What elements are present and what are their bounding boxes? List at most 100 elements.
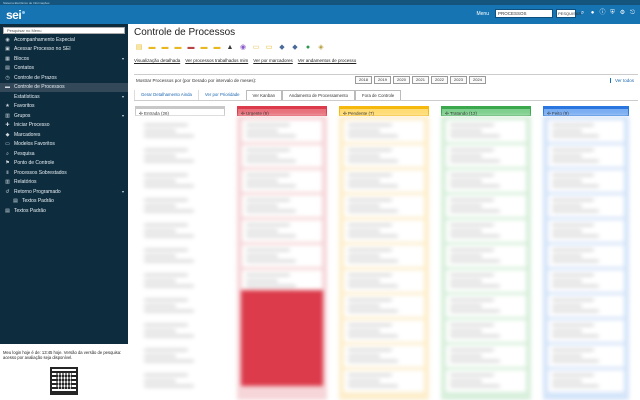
kanban-card[interactable]	[140, 220, 220, 242]
year-button-2023[interactable]: 2023	[450, 76, 467, 84]
folder-icon[interactable]: ▬	[146, 41, 158, 53]
view-link-0[interactable]: Visualização detalhada	[134, 58, 180, 63]
bird-icon[interactable]: ◆	[276, 41, 288, 53]
year-button-2024[interactable]: 2024	[469, 76, 486, 84]
folder-check-icon[interactable]: ▬	[211, 41, 223, 53]
sidebar-item-11[interactable]: ▭ Modelos Favoritos	[0, 140, 128, 150]
sidebar-item-10[interactable]: ◆ Marcadores	[0, 130, 128, 140]
kanban-card[interactable]	[242, 145, 322, 167]
kanban-card[interactable]	[242, 120, 322, 142]
kanban-card[interactable]	[446, 220, 526, 242]
kanban-card[interactable]	[344, 345, 424, 367]
kanban-card[interactable]	[344, 120, 424, 142]
kanban-card[interactable]	[242, 270, 322, 292]
tab-2[interactable]: Ver Kanban	[245, 90, 282, 100]
unit-select[interactable]: PROCESSOS	[495, 9, 553, 18]
kanban-card[interactable]	[548, 220, 624, 242]
logout-icon[interactable]: ⎋	[629, 9, 636, 18]
sidebar-item-6[interactable]: Estatísticas ▾	[0, 92, 128, 102]
kanban-card[interactable]	[242, 195, 322, 217]
folder-red-icon[interactable]: ▬	[198, 41, 210, 53]
kanban-card[interactable]	[548, 370, 624, 392]
tab-4[interactable]: Fora de Controle	[355, 90, 402, 100]
lock-icon[interactable]: ▲	[224, 41, 236, 53]
kanban-card[interactable]	[140, 295, 220, 317]
year-button-2020[interactable]: 2020	[393, 76, 410, 84]
kanban-card[interactable]	[344, 295, 424, 317]
kanban-card[interactable]	[344, 170, 424, 192]
eye-icon[interactable]: ◉	[237, 41, 249, 53]
kanban-card[interactable]	[548, 170, 624, 192]
search-icon[interactable]: ⌕	[579, 9, 586, 18]
sidebar-item-5[interactable]: ▬ Controle de Processos	[0, 82, 128, 92]
sidebar-search-input[interactable]: Pesquisar no Menu	[3, 27, 125, 34]
sidebar-item-14[interactable]: Ⅱ Processos Sobrestados	[0, 168, 128, 178]
kanban-card[interactable]	[548, 245, 624, 267]
sidebar-item-15[interactable]: ▥ Relatórios	[0, 178, 128, 188]
kanban-card[interactable]	[140, 170, 220, 192]
kanban-card[interactable]	[446, 295, 526, 317]
search-input[interactable]: PESQUISAR	[556, 9, 581, 18]
kanban-card[interactable]	[446, 370, 526, 392]
sidebar-item-0[interactable]: ◉ Acompanhamento Especial	[0, 35, 128, 45]
kanban-card[interactable]	[344, 145, 424, 167]
kanban-card[interactable]	[242, 170, 322, 192]
kanban-card[interactable]	[140, 120, 220, 142]
kanban-card[interactable]	[344, 270, 424, 292]
kanban-card[interactable]	[140, 245, 220, 267]
kanban-card[interactable]	[344, 220, 424, 242]
sidebar-item-8[interactable]: ▥ Grupos ▾	[0, 111, 128, 121]
user-icon[interactable]: ●	[589, 9, 596, 18]
kanban-card[interactable]	[140, 195, 220, 217]
new-process-icon[interactable]: ▤	[133, 41, 145, 53]
gear-icon[interactable]: ⚙	[619, 9, 626, 18]
folder-open-icon[interactable]: ▬	[159, 41, 171, 53]
kanban-card[interactable]	[446, 245, 526, 267]
assign-icon[interactable]: ▬	[185, 41, 197, 53]
sidebar-item-13[interactable]: ⚑ Ponto de Controle	[0, 159, 128, 169]
kanban-card[interactable]	[446, 145, 526, 167]
kanban-card[interactable]	[548, 345, 624, 367]
urgent-card-highlight[interactable]	[241, 290, 323, 386]
kanban-card[interactable]	[344, 320, 424, 342]
view-link-2[interactable]: Ver por marcadores	[253, 58, 293, 63]
kanban-card[interactable]	[344, 245, 424, 267]
kanban-card[interactable]	[140, 145, 220, 167]
clock-icon[interactable]: ●	[302, 41, 314, 53]
shield-icon[interactable]: ⛨	[609, 9, 616, 18]
kanban-card[interactable]	[548, 295, 624, 317]
menu-label[interactable]: Menu	[476, 11, 489, 17]
sidebar-item-9[interactable]: ✚ Iniciar Processo	[0, 121, 128, 131]
kanban-card[interactable]	[548, 270, 624, 292]
kanban-card[interactable]	[548, 320, 624, 342]
kanban-card[interactable]	[446, 170, 526, 192]
sidebar-item-7[interactable]: ★ Favoritos	[0, 102, 128, 112]
sei-logo[interactable]: sei	[6, 8, 26, 22]
kanban-card[interactable]	[140, 345, 220, 367]
info-icon[interactable]: ⓘ	[599, 9, 606, 18]
sidebar-item-1[interactable]: ▣ Acessar Processo no SEI	[0, 45, 128, 55]
sidebar-item-17[interactable]: ▤ Textos Padrão	[0, 197, 128, 207]
year-button-2021[interactable]: 2021	[412, 76, 429, 84]
kanban-card[interactable]	[242, 245, 322, 267]
tab-0[interactable]: Gerar Detalhamento Ainda	[134, 90, 198, 100]
flag-icon[interactable]: ◆	[289, 41, 301, 53]
year-button-2018[interactable]: 2018	[355, 76, 372, 84]
sidebar-item-18[interactable]: ▤ Textos Padrão	[0, 206, 128, 216]
tab-3[interactable]: Andamento de Processamento	[282, 90, 355, 100]
sidebar-item-4[interactable]: ◷ Controle de Prazos	[0, 73, 128, 83]
kanban-card[interactable]	[242, 220, 322, 242]
kanban-card[interactable]	[548, 120, 624, 142]
kanban-card[interactable]	[344, 370, 424, 392]
tab-1[interactable]: Ver por Prioridade	[197, 90, 246, 100]
kanban-card[interactable]	[446, 345, 526, 367]
view-link-1[interactable]: Ver processos trabalhados mim	[185, 58, 248, 63]
kanban-card[interactable]	[140, 370, 220, 392]
kanban-card[interactable]	[140, 320, 220, 342]
view-all-link[interactable]: Ver todos	[609, 78, 634, 83]
kanban-card[interactable]	[446, 270, 526, 292]
sidebar-item-16[interactable]: ↺ Retorno Programado ▾	[0, 187, 128, 197]
kanban-card[interactable]	[548, 195, 624, 217]
badge-icon[interactable]: ◈	[315, 41, 327, 53]
kanban-card[interactable]	[446, 195, 526, 217]
